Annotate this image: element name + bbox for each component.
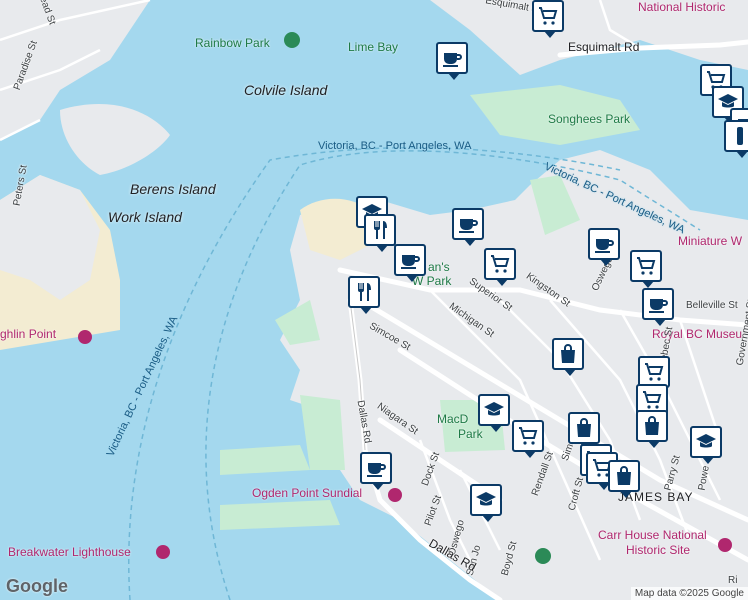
map-attribution[interactable]: Map data ©2025 Google — [630, 587, 748, 600]
cafe-marker[interactable] — [394, 244, 426, 282]
cafe-icon — [592, 232, 616, 256]
grocery-marker[interactable] — [630, 250, 662, 288]
restaurant-marker[interactable] — [348, 276, 380, 314]
shopping-icon — [640, 414, 664, 438]
restaurant-icon — [368, 218, 392, 242]
grocery-icon — [488, 252, 512, 276]
cafe-icon — [646, 292, 670, 316]
grocery-marker[interactable] — [512, 420, 544, 458]
grocery-icon — [642, 360, 666, 384]
shopping-icon — [556, 342, 580, 366]
grocery-marker[interactable] — [484, 248, 516, 286]
bar-icon — [728, 124, 748, 148]
school-marker[interactable] — [470, 484, 502, 522]
shopping-marker[interactable] — [568, 412, 600, 450]
cafe-marker[interactable] — [452, 208, 484, 246]
shopping-icon — [572, 416, 596, 440]
restaurant-marker[interactable] — [364, 214, 396, 252]
shopping-marker[interactable] — [636, 410, 668, 448]
grocery-icon — [536, 4, 560, 28]
grocery-icon — [516, 424, 540, 448]
cafe-icon — [398, 248, 422, 272]
school-icon — [694, 430, 718, 454]
school-icon — [482, 398, 506, 422]
shopping-icon — [612, 464, 636, 488]
school-marker[interactable] — [690, 426, 722, 464]
school-marker[interactable] — [478, 394, 510, 432]
grocery-icon — [640, 388, 664, 412]
school-icon — [474, 488, 498, 512]
cafe-marker[interactable] — [588, 228, 620, 266]
google-logo: Google — [6, 576, 68, 596]
shopping-marker[interactable] — [608, 460, 640, 498]
cafe-icon — [440, 46, 464, 70]
cafe-marker[interactable] — [360, 452, 392, 490]
cafe-icon — [456, 212, 480, 236]
restaurant-icon — [352, 280, 376, 304]
cafe-marker[interactable] — [436, 42, 468, 80]
grocery-marker[interactable] — [532, 0, 564, 38]
cafe-icon — [364, 456, 388, 480]
shopping-marker[interactable] — [552, 338, 584, 376]
bar-marker[interactable] — [724, 120, 748, 158]
grocery-icon — [634, 254, 658, 278]
cafe-marker[interactable] — [642, 288, 674, 326]
